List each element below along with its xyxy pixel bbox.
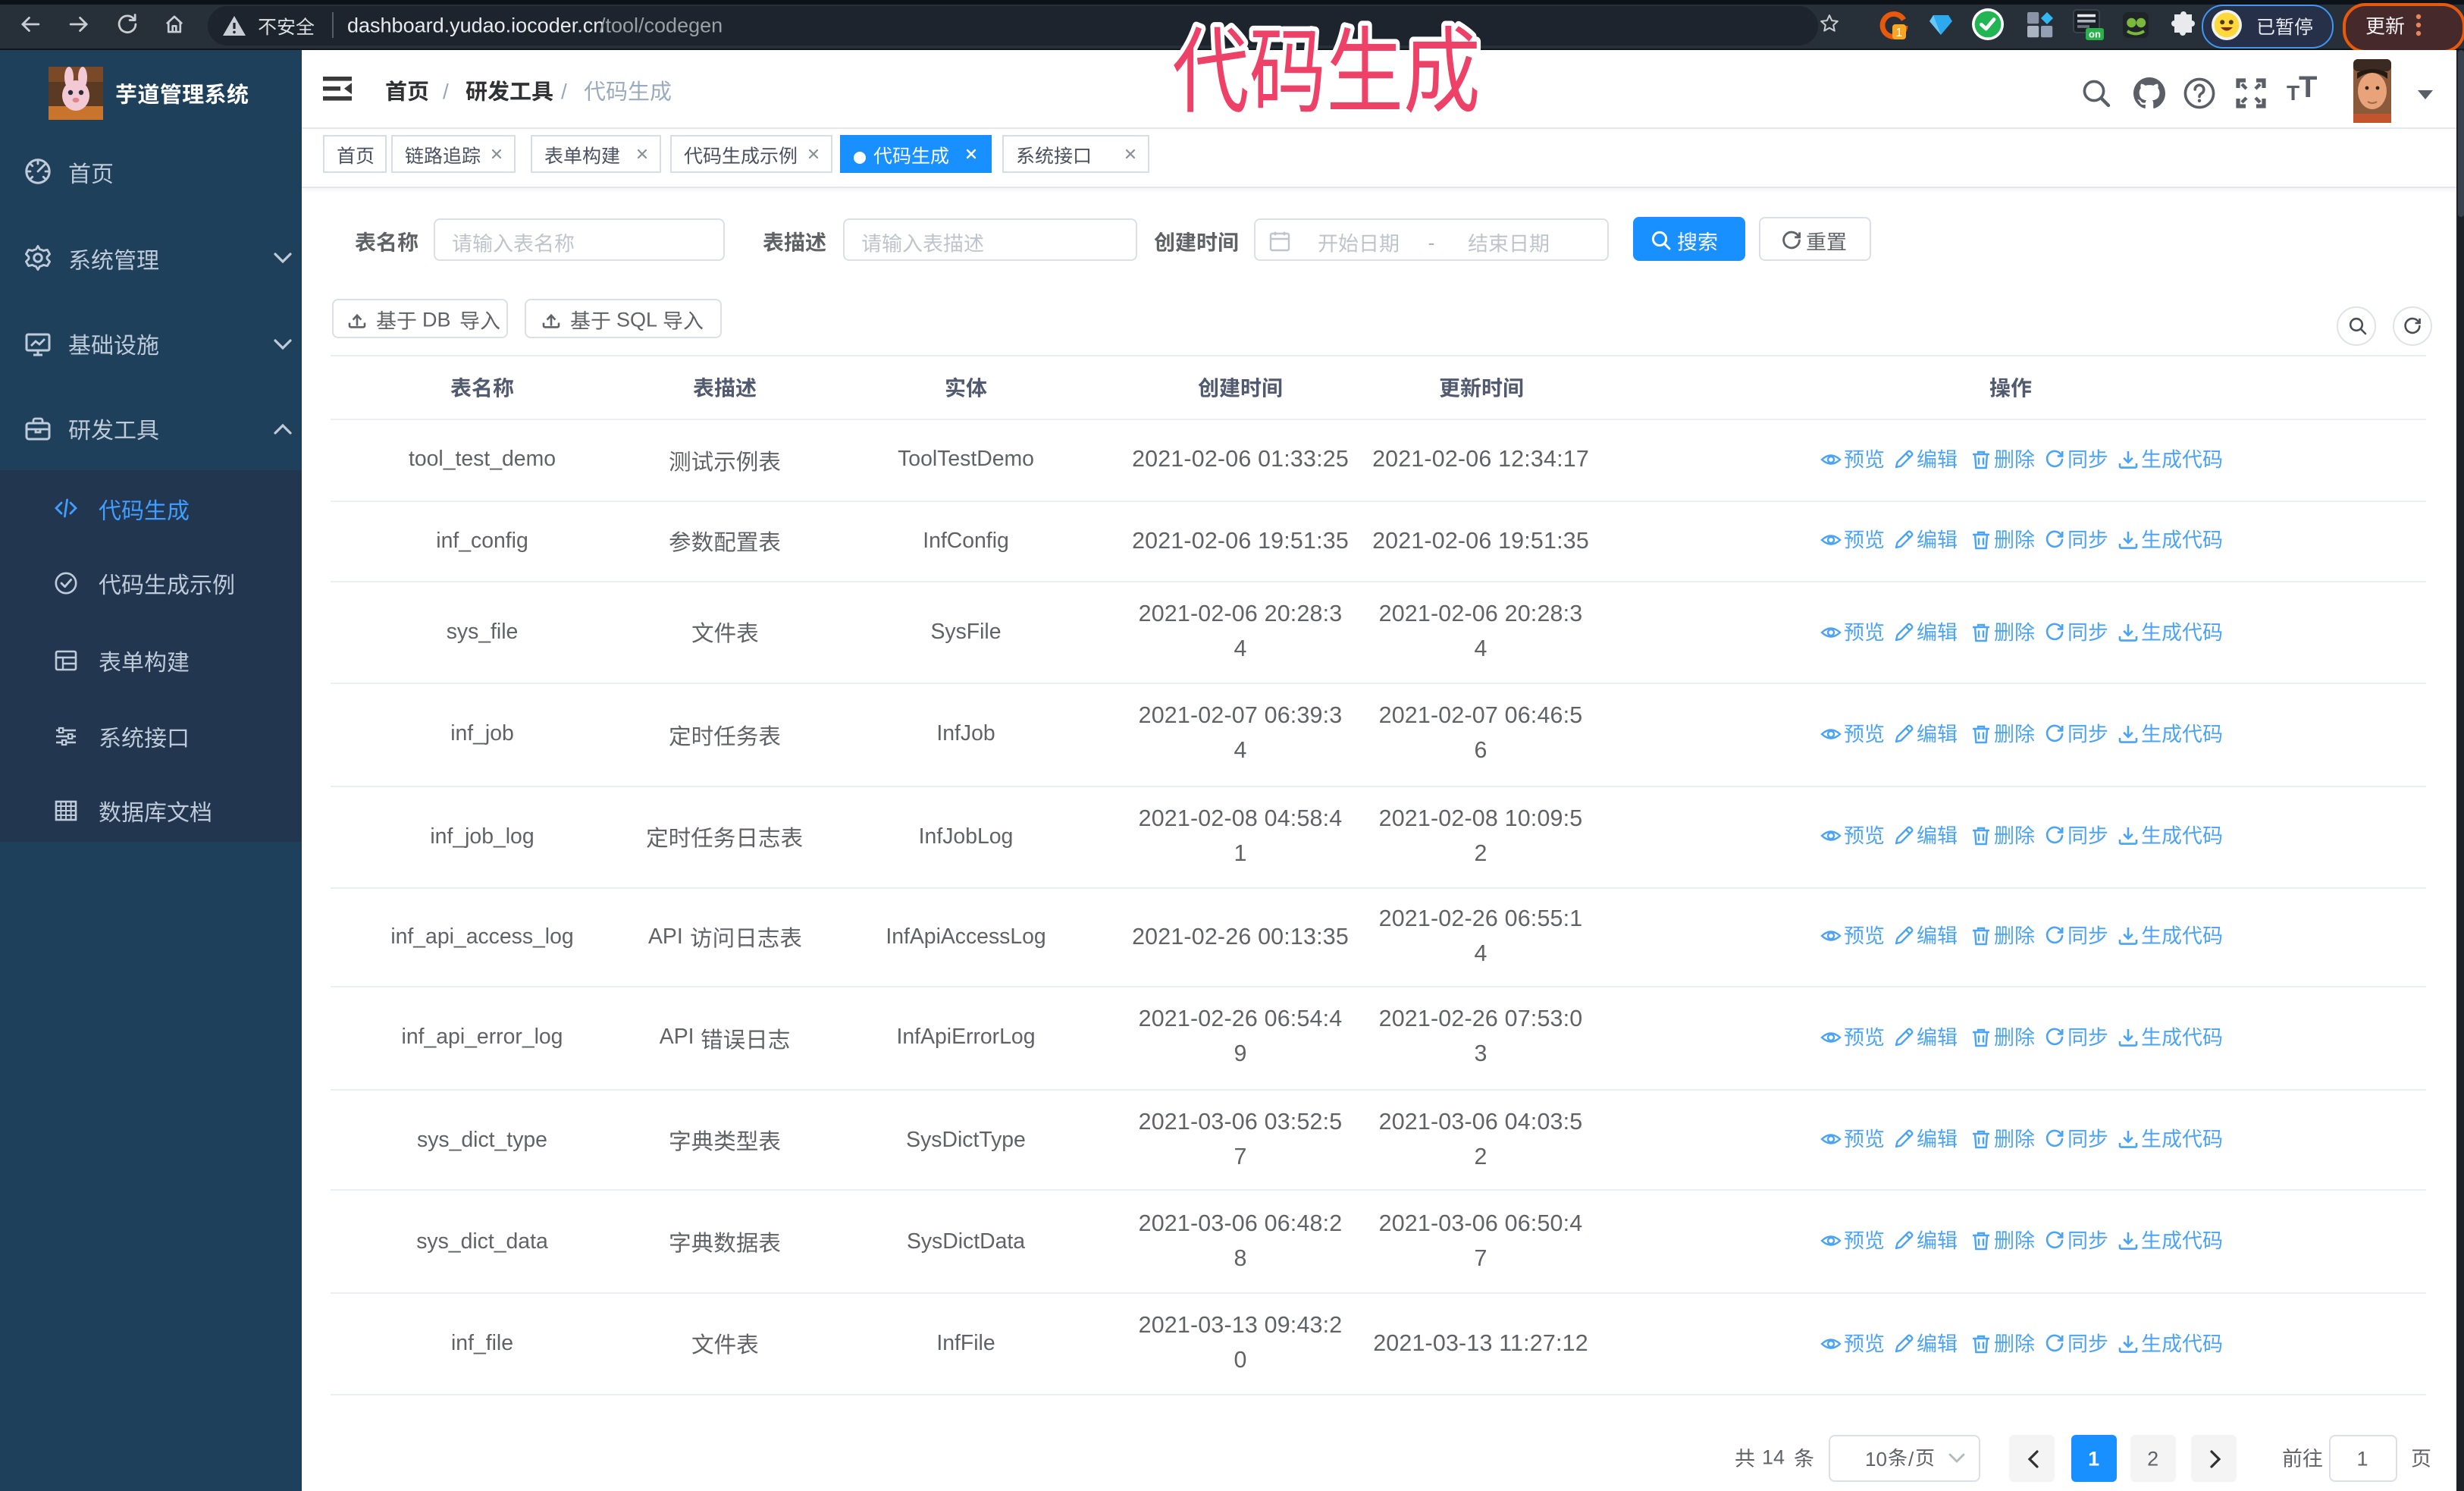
svg-text:on: on xyxy=(2089,28,2101,39)
svg-text:1: 1 xyxy=(1896,26,1903,39)
